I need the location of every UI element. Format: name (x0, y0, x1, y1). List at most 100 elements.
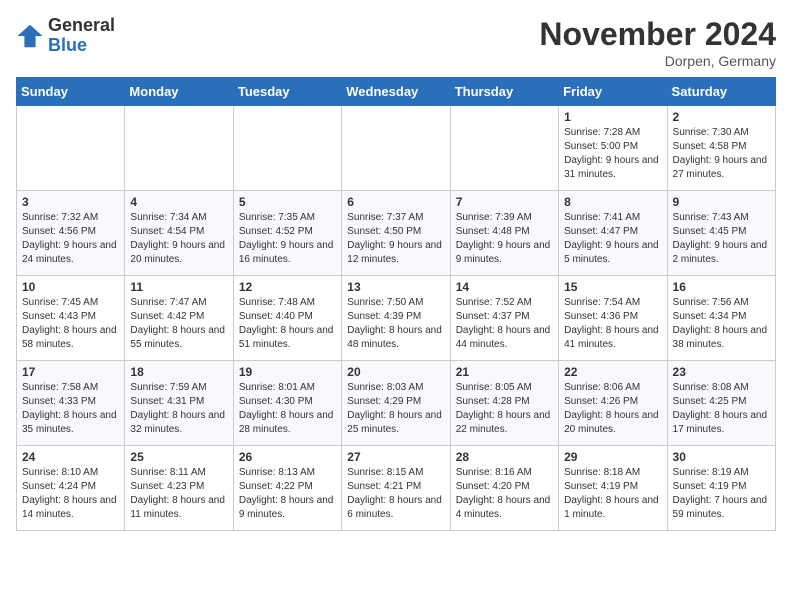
weekday-header-wednesday: Wednesday (342, 78, 450, 106)
calendar-cell: 4 Sunrise: 7:34 AM Sunset: 4:54 PM Daylig… (125, 191, 233, 276)
day-info: Sunrise: 7:56 AM Sunset: 4:34 PM Dayligh… (673, 296, 770, 352)
day-number: 4 (130, 195, 227, 209)
day-info: Sunrise: 7:43 AM Sunset: 4:45 PM Dayligh… (673, 211, 770, 267)
calendar-cell (450, 106, 558, 191)
calendar-cell (125, 106, 233, 191)
day-number: 27 (347, 450, 444, 464)
day-info: Sunrise: 8:03 AM Sunset: 4:29 PM Dayligh… (347, 381, 444, 437)
day-number: 2 (673, 110, 770, 124)
calendar-cell: 20 Sunrise: 8:03 AM Sunset: 4:29 PM Dayli… (342, 361, 450, 446)
day-info: Sunrise: 7:45 AM Sunset: 4:43 PM Dayligh… (22, 296, 119, 352)
day-number: 30 (673, 450, 770, 464)
weekday-header-thursday: Thursday (450, 78, 558, 106)
day-number: 7 (456, 195, 553, 209)
weekday-header-friday: Friday (559, 78, 667, 106)
weekday-header-monday: Monday (125, 78, 233, 106)
logo-blue-text: Blue (48, 36, 115, 56)
day-number: 22 (564, 365, 661, 379)
day-info: Sunrise: 7:35 AM Sunset: 4:52 PM Dayligh… (239, 211, 336, 267)
calendar-week-row: 1 Sunrise: 7:28 AM Sunset: 5:00 PM Daylig… (17, 106, 776, 191)
weekday-header-saturday: Saturday (667, 78, 775, 106)
day-number: 8 (564, 195, 661, 209)
calendar-week-row: 3Sunrise: 7:32 AM Sunset: 4:56 PM Daylig… (17, 191, 776, 276)
calendar-cell: 14 Sunrise: 7:52 AM Sunset: 4:37 PM Dayli… (450, 276, 558, 361)
day-info: Sunrise: 8:06 AM Sunset: 4:26 PM Dayligh… (564, 381, 661, 437)
day-number: 6 (347, 195, 444, 209)
day-number: 24 (22, 450, 119, 464)
day-number: 13 (347, 280, 444, 294)
day-number: 23 (673, 365, 770, 379)
calendar-cell: 2 Sunrise: 7:30 AM Sunset: 4:58 PM Daylig… (667, 106, 775, 191)
calendar-cell: 22 Sunrise: 8:06 AM Sunset: 4:26 PM Dayli… (559, 361, 667, 446)
day-info: Sunrise: 7:58 AM Sunset: 4:33 PM Dayligh… (22, 381, 119, 437)
day-number: 21 (456, 365, 553, 379)
logo-general-text: General (48, 16, 115, 36)
calendar-cell: 5 Sunrise: 7:35 AM Sunset: 4:52 PM Daylig… (233, 191, 341, 276)
day-info: Sunrise: 8:08 AM Sunset: 4:25 PM Dayligh… (673, 381, 770, 437)
calendar-cell: 27 Sunrise: 8:15 AM Sunset: 4:21 PM Dayli… (342, 446, 450, 531)
calendar-week-row: 24 Sunrise: 8:10 AM Sunset: 4:24 PM Dayli… (17, 446, 776, 531)
calendar-cell: 17 Sunrise: 7:58 AM Sunset: 4:33 PM Dayli… (17, 361, 125, 446)
calendar-week-row: 17 Sunrise: 7:58 AM Sunset: 4:33 PM Dayli… (17, 361, 776, 446)
day-info: Sunrise: 7:28 AM Sunset: 5:00 PM Dayligh… (564, 126, 661, 182)
day-info: Sunrise: 7:34 AM Sunset: 4:54 PM Dayligh… (130, 211, 227, 267)
day-number: 10 (22, 280, 119, 294)
location-text: Dorpen, Germany (539, 53, 776, 69)
calendar-cell: 21Sunrise: 8:05 AM Sunset: 4:28 PM Dayli… (450, 361, 558, 446)
day-info: Sunrise: 8:10 AM Sunset: 4:24 PM Dayligh… (22, 466, 119, 522)
day-number: 19 (239, 365, 336, 379)
calendar-cell: 3Sunrise: 7:32 AM Sunset: 4:56 PM Daylig… (17, 191, 125, 276)
day-info: Sunrise: 7:54 AM Sunset: 4:36 PM Dayligh… (564, 296, 661, 352)
day-info: Sunrise: 7:39 AM Sunset: 4:48 PM Dayligh… (456, 211, 553, 267)
day-number: 14 (456, 280, 553, 294)
day-number: 25 (130, 450, 227, 464)
day-number: 18 (130, 365, 227, 379)
day-number: 3 (22, 195, 119, 209)
day-info: Sunrise: 7:47 AM Sunset: 4:42 PM Dayligh… (130, 296, 227, 352)
day-number: 5 (239, 195, 336, 209)
day-number: 29 (564, 450, 661, 464)
day-number: 17 (22, 365, 119, 379)
calendar-table: SundayMondayTuesdayWednesdayThursdayFrid… (16, 77, 776, 531)
day-info: Sunrise: 8:11 AM Sunset: 4:23 PM Dayligh… (130, 466, 227, 522)
day-number: 16 (673, 280, 770, 294)
day-number: 20 (347, 365, 444, 379)
day-info: Sunrise: 7:37 AM Sunset: 4:50 PM Dayligh… (347, 211, 444, 267)
day-number: 9 (673, 195, 770, 209)
month-title: November 2024 (539, 16, 776, 53)
calendar-cell (342, 106, 450, 191)
calendar-cell (17, 106, 125, 191)
calendar-cell: 26Sunrise: 8:13 AM Sunset: 4:22 PM Dayli… (233, 446, 341, 531)
day-number: 11 (130, 280, 227, 294)
calendar-cell: 9 Sunrise: 7:43 AM Sunset: 4:45 PM Daylig… (667, 191, 775, 276)
calendar-cell: 12Sunrise: 7:48 AM Sunset: 4:40 PM Dayli… (233, 276, 341, 361)
calendar-cell: 28 Sunrise: 8:16 AM Sunset: 4:20 PM Dayli… (450, 446, 558, 531)
calendar-cell: 24 Sunrise: 8:10 AM Sunset: 4:24 PM Dayli… (17, 446, 125, 531)
calendar-cell: 29Sunrise: 8:18 AM Sunset: 4:19 PM Dayli… (559, 446, 667, 531)
calendar-cell: 18 Sunrise: 7:59 AM Sunset: 4:31 PM Dayli… (125, 361, 233, 446)
calendar-cell: 8Sunrise: 7:41 AM Sunset: 4:47 PM Daylig… (559, 191, 667, 276)
day-number: 12 (239, 280, 336, 294)
day-info: Sunrise: 7:59 AM Sunset: 4:31 PM Dayligh… (130, 381, 227, 437)
day-number: 1 (564, 110, 661, 124)
day-info: Sunrise: 7:30 AM Sunset: 4:58 PM Dayligh… (673, 126, 770, 182)
day-info: Sunrise: 8:15 AM Sunset: 4:21 PM Dayligh… (347, 466, 444, 522)
day-info: Sunrise: 7:50 AM Sunset: 4:39 PM Dayligh… (347, 296, 444, 352)
day-info: Sunrise: 8:16 AM Sunset: 4:20 PM Dayligh… (456, 466, 553, 522)
day-info: Sunrise: 8:19 AM Sunset: 4:19 PM Dayligh… (673, 466, 770, 522)
calendar-cell: 25 Sunrise: 8:11 AM Sunset: 4:23 PM Dayli… (125, 446, 233, 531)
calendar-header-row: SundayMondayTuesdayWednesdayThursdayFrid… (17, 78, 776, 106)
logo-icon (16, 22, 44, 50)
calendar-cell: 1 Sunrise: 7:28 AM Sunset: 5:00 PM Daylig… (559, 106, 667, 191)
calendar-cell: 6 Sunrise: 7:37 AM Sunset: 4:50 PM Daylig… (342, 191, 450, 276)
calendar-cell: 11 Sunrise: 7:47 AM Sunset: 4:42 PM Dayli… (125, 276, 233, 361)
calendar-cell: 10 Sunrise: 7:45 AM Sunset: 4:43 PM Dayli… (17, 276, 125, 361)
calendar-cell: 7 Sunrise: 7:39 AM Sunset: 4:48 PM Daylig… (450, 191, 558, 276)
calendar-cell (233, 106, 341, 191)
calendar-cell: 23 Sunrise: 8:08 AM Sunset: 4:25 PM Dayli… (667, 361, 775, 446)
calendar-week-row: 10 Sunrise: 7:45 AM Sunset: 4:43 PM Dayli… (17, 276, 776, 361)
day-info: Sunrise: 7:52 AM Sunset: 4:37 PM Dayligh… (456, 296, 553, 352)
weekday-header-tuesday: Tuesday (233, 78, 341, 106)
day-number: 28 (456, 450, 553, 464)
weekday-header-sunday: Sunday (17, 78, 125, 106)
